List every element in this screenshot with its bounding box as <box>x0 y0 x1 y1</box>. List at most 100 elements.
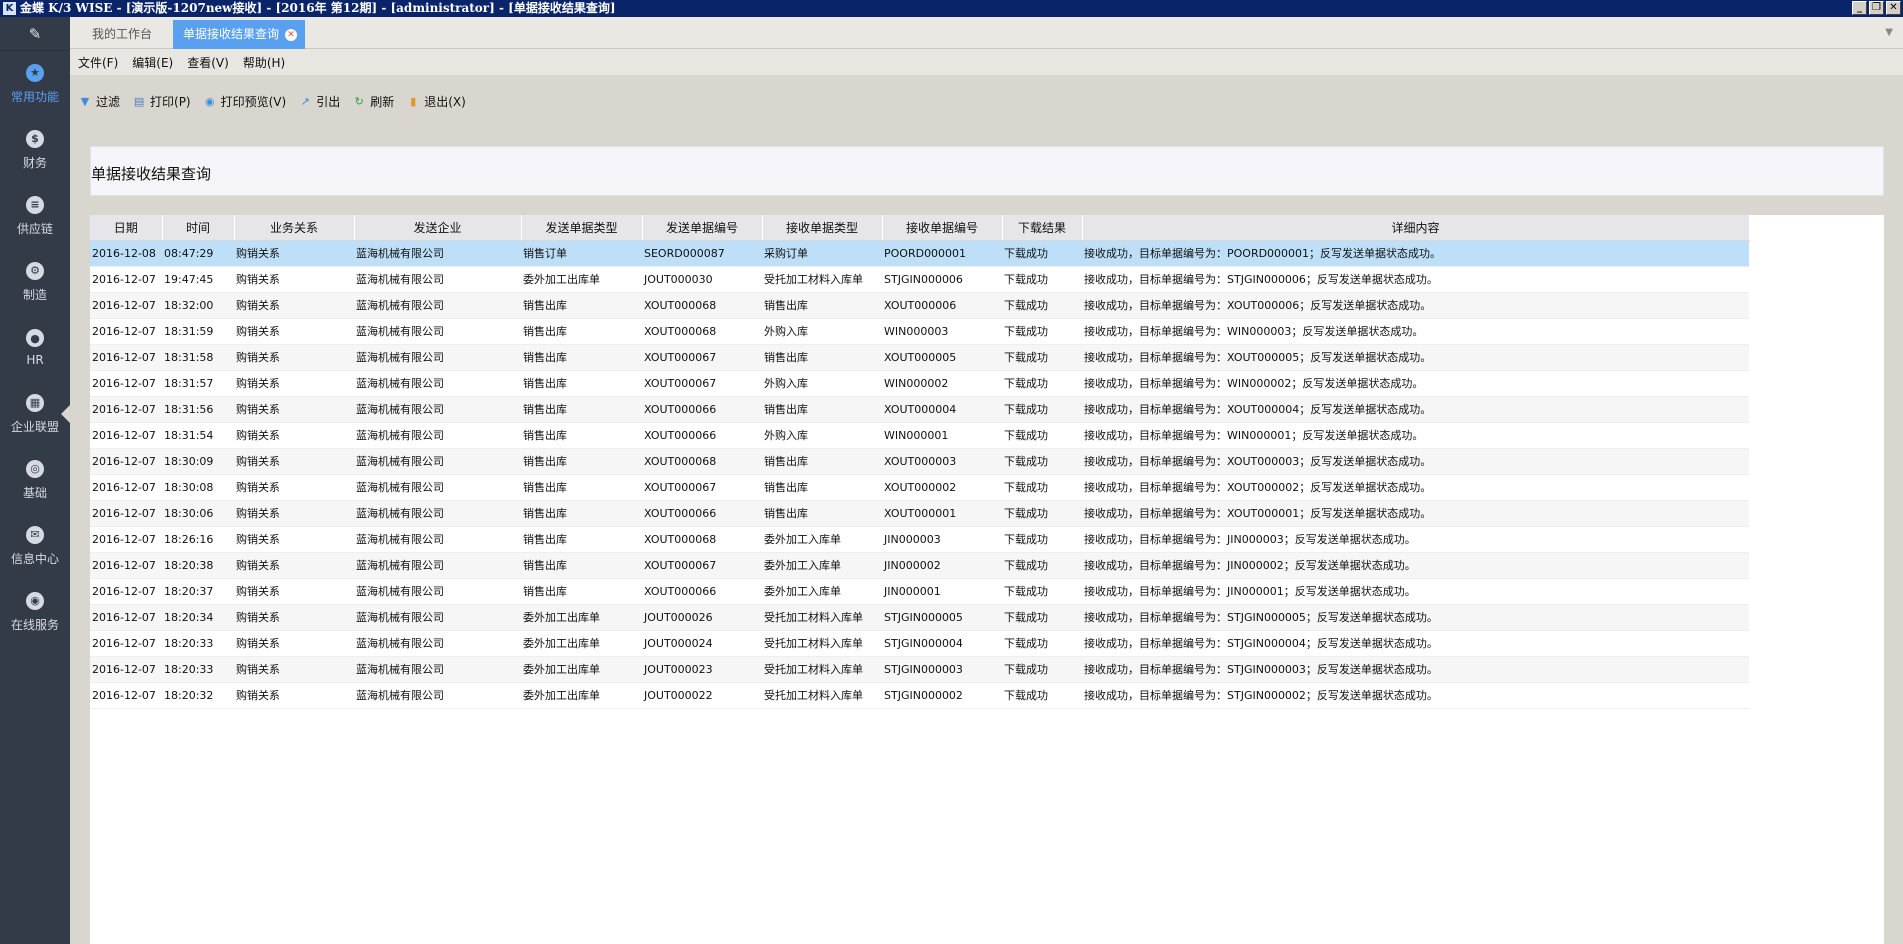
table-cell: XOUT000003 <box>882 448 1002 475</box>
column-header[interactable]: 发送单据类型 <box>521 215 643 241</box>
table-cell: JOUT000023 <box>642 656 762 683</box>
sidebar-item-4[interactable]: ● HR <box>0 315 70 381</box>
table-cell: 接收成功，目标单据编号为：STJGIN000004；反写发送单据状态成功。 <box>1082 630 1749 657</box>
table-cell: XOUT000066 <box>642 396 762 423</box>
sidebar-item-5[interactable]: ▦ 企业联盟 <box>0 381 70 447</box>
minimize-button[interactable]: _ <box>1852 1 1867 15</box>
table-cell: 销售出库 <box>521 422 642 449</box>
table-cell: 18:32:00 <box>162 292 234 319</box>
table-cell: 下载成功 <box>1002 656 1082 683</box>
menu-file[interactable]: 文件(F) <box>78 54 118 71</box>
table-cell: 采购订单 <box>762 240 882 267</box>
sidebar-item-0[interactable]: ★ 常用功能 <box>0 51 70 117</box>
column-header[interactable]: 时间 <box>162 215 235 241</box>
table-cell: 下载成功 <box>1002 604 1082 631</box>
table-row[interactable]: 2016-12-07 18:31:58 购销关系 蓝海机械有限公司 销售出库 XOUT00… <box>90 344 1749 371</box>
table-cell: 接收成功，目标单据编号为：WIN000002；反写发送单据状态成功。 <box>1082 370 1749 397</box>
sidebar-item-label: 常用功能 <box>10 89 59 104</box>
table-cell: 委外加工入库单 <box>762 552 882 579</box>
table-row[interactable]: 2016-12-08 08:47:29 购销关系 蓝海机械有限公司 销售订单 SEORD0… <box>90 240 1749 267</box>
column-header[interactable]: 业务关系 <box>234 215 355 241</box>
table-row[interactable]: 2016-12-07 18:31:56 购销关系 蓝海机械有限公司 销售出库 XOUT00… <box>90 396 1749 423</box>
restore-button[interactable]: ❐ <box>1869 1 1884 15</box>
export-icon: ↗ <box>300 94 310 108</box>
menu-view[interactable]: 查看(V) <box>187 54 229 71</box>
table-cell: 2016-12-07 <box>90 344 162 371</box>
sidebar-item-3[interactable]: ⚙ 制造 <box>0 249 70 315</box>
table-row[interactable]: 2016-12-07 19:47:45 购销关系 蓝海机械有限公司 委外加工出库单 JOU… <box>90 266 1749 293</box>
close-window-button[interactable]: ✕ <box>1886 1 1901 15</box>
table-row[interactable]: 2016-12-07 18:30:09 购销关系 蓝海机械有限公司 销售出库 XOUT00… <box>90 448 1749 475</box>
column-header[interactable]: 下载结果 <box>1002 215 1083 241</box>
table-cell: 委外加工入库单 <box>762 526 882 553</box>
sidebar-item-1[interactable]: $ 财务 <box>0 117 70 183</box>
table-row[interactable]: 2016-12-07 18:20:33 购销关系 蓝海机械有限公司 委外加工出库单 JOU… <box>90 630 1749 657</box>
table-row[interactable]: 2016-12-07 18:20:34 购销关系 蓝海机械有限公司 委外加工出库单 JOU… <box>90 604 1749 631</box>
table-cell: 18:26:16 <box>162 526 234 553</box>
column-header[interactable]: 接收单据编号 <box>882 215 1003 241</box>
table-cell: WIN000001 <box>882 422 1002 449</box>
close-icon[interactable]: ✕ <box>285 29 297 41</box>
table-cell: 蓝海机械有限公司 <box>354 396 521 423</box>
table-row[interactable]: 2016-12-07 18:31:57 购销关系 蓝海机械有限公司 销售出库 XOUT00… <box>90 370 1749 397</box>
tab-my-workbench[interactable]: 我的工作台 <box>80 20 164 49</box>
table-cell: 下载成功 <box>1002 422 1082 449</box>
column-header[interactable]: 详细内容 <box>1082 215 1750 241</box>
table-cell: XOUT000066 <box>642 422 762 449</box>
table-cell: 委外加工出库单 <box>521 656 642 683</box>
column-header[interactable]: 日期 <box>90 215 163 241</box>
table-cell: 销售出库 <box>521 448 642 475</box>
table-row[interactable]: 2016-12-07 18:30:06 购销关系 蓝海机械有限公司 销售出库 XOUT00… <box>90 500 1749 527</box>
table-row[interactable]: 2016-12-07 18:26:16 购销关系 蓝海机械有限公司 销售出库 XOUT00… <box>90 526 1749 553</box>
people-icon: ● <box>26 329 44 347</box>
window-titlebar: K 金蝶 K/3 WISE - [演示版-1207new接收] - [2016年… <box>0 0 1903 17</box>
table-cell: 2016-12-07 <box>90 604 162 631</box>
table-row[interactable]: 2016-12-07 18:31:59 购销关系 蓝海机械有限公司 销售出库 XOUT00… <box>90 318 1749 345</box>
table-cell: JOUT000030 <box>642 266 762 293</box>
table-cell: 蓝海机械有限公司 <box>354 422 521 449</box>
sidebar-item-2[interactable]: ≡ 供应链 <box>0 183 70 249</box>
menu-edit[interactable]: 编辑(E) <box>132 54 173 71</box>
table-cell: STJGIN000005 <box>882 604 1002 631</box>
printer-button[interactable]: ▤ 打印(P) <box>132 93 191 110</box>
table-row[interactable]: 2016-12-07 18:30:08 购销关系 蓝海机械有限公司 销售出库 XOUT00… <box>90 474 1749 501</box>
table-row[interactable]: 2016-12-07 18:32:00 购销关系 蓝海机械有限公司 销售出库 XOUT00… <box>90 292 1749 319</box>
table-cell: 2016-12-07 <box>90 396 162 423</box>
table-cell: 委外加工出库单 <box>521 682 642 709</box>
table-cell: JOUT000026 <box>642 604 762 631</box>
menu-help[interactable]: 帮助(H) <box>243 54 285 71</box>
table-cell: 销售出库 <box>521 526 642 553</box>
sidebar-item-label: 财务 <box>22 155 47 170</box>
column-header[interactable]: 接收单据类型 <box>762 215 883 241</box>
table-row[interactable]: 2016-12-07 18:31:54 购销关系 蓝海机械有限公司 销售出库 XOUT00… <box>90 422 1749 449</box>
refresh-button[interactable]: ↻ 刷新 <box>352 93 395 110</box>
table-cell: 销售出库 <box>762 292 882 319</box>
toolbar-label: 退出(X) <box>424 94 466 109</box>
table-row[interactable]: 2016-12-07 18:20:37 购销关系 蓝海机械有限公司 销售出库 XOUT00… <box>90 578 1749 605</box>
tab-receive-result-query[interactable]: 单据接收结果查询 ✕ <box>173 20 305 49</box>
table-cell: 2016-12-07 <box>90 370 162 397</box>
table-cell: 蓝海机械有限公司 <box>354 344 521 371</box>
exit-button[interactable]: ▮ 退出(X) <box>406 93 466 110</box>
export-button[interactable]: ↗ 引出 <box>298 93 341 110</box>
sidebar-item-8[interactable]: ◉ 在线服务 <box>0 579 70 645</box>
table-cell: 销售出库 <box>521 344 642 371</box>
table-cell: 蓝海机械有限公司 <box>354 578 521 605</box>
chevron-down-icon[interactable]: ▼ <box>1885 27 1893 38</box>
table-row[interactable]: 2016-12-07 18:20:33 购销关系 蓝海机械有限公司 委外加工出库单 JOU… <box>90 656 1749 683</box>
sidebar-item-6[interactable]: ◎ 基础 <box>0 447 70 513</box>
table-row[interactable]: 2016-12-07 18:20:38 购销关系 蓝海机械有限公司 销售出库 XOUT00… <box>90 552 1749 579</box>
preview-button[interactable]: ◉ 打印预览(V) <box>203 93 286 110</box>
table-row[interactable]: 2016-12-07 18:20:32 购销关系 蓝海机械有限公司 委外加工出库单 JOU… <box>90 682 1749 709</box>
filter-button[interactable]: ▼ 过滤 <box>78 93 120 110</box>
edit-icon[interactable]: ✎ <box>0 17 70 51</box>
sidebar-item-7[interactable]: ✉ 信息中心 <box>0 513 70 579</box>
table-cell: 购销关系 <box>234 396 354 423</box>
tab-strip: 我的工作台 单据接收结果查询 ✕ ▼ <box>70 17 1903 49</box>
tab-label: 单据接收结果查询 <box>183 27 280 41</box>
table-cell: 蓝海机械有限公司 <box>354 448 521 475</box>
column-header[interactable]: 发送企业 <box>354 215 522 241</box>
table-cell: 2016-12-07 <box>90 422 162 449</box>
table-cell: 销售出库 <box>762 474 882 501</box>
column-header[interactable]: 发送单据编号 <box>642 215 763 241</box>
